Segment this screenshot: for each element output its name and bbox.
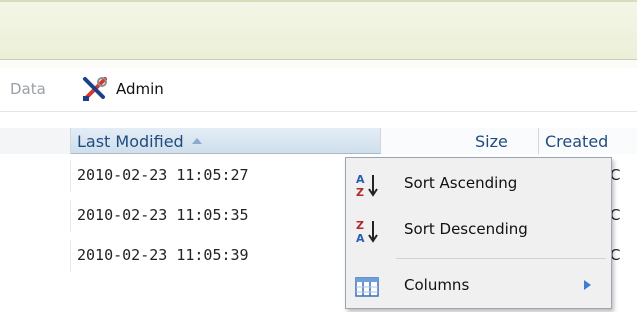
sort-ascending-icon: A Z bbox=[356, 173, 378, 198]
grid-header: Last Modified Size Created bbox=[0, 128, 637, 154]
svg-text:Z: Z bbox=[356, 186, 364, 198]
columns-menu-item[interactable]: Columns bbox=[346, 266, 611, 306]
column-header-last-modified[interactable]: Last Modified bbox=[71, 128, 436, 154]
row-number-header bbox=[0, 128, 71, 154]
grid-spacer bbox=[0, 112, 637, 128]
last-modified-cell: 2010-02-23 11:05:39 bbox=[77, 246, 249, 264]
column-header-size[interactable]: Size bbox=[381, 128, 539, 154]
admin-label: Admin bbox=[116, 80, 164, 98]
column-context-menu: A Z Sort Ascending Z A Sort Descending C… bbox=[345, 157, 612, 309]
columns-icon bbox=[355, 277, 379, 297]
top-banner bbox=[0, 0, 637, 60]
size-header-label: Size bbox=[475, 132, 508, 151]
sort-descending-menu-item[interactable]: Z A Sort Descending bbox=[346, 210, 611, 250]
columns-label: Columns bbox=[404, 276, 470, 294]
sort-descending-label: Sort Descending bbox=[404, 220, 528, 238]
sort-ascending-label: Sort Ascending bbox=[404, 174, 518, 192]
admin-button[interactable]: Admin bbox=[80, 74, 164, 104]
column-header-created[interactable]: Created bbox=[539, 128, 637, 154]
last-modified-cell: 2010-02-23 11:05:27 bbox=[77, 166, 249, 184]
data-menu-button[interactable]: Data bbox=[10, 80, 46, 98]
sort-descending-icon: Z A bbox=[356, 219, 378, 244]
svg-text:Z: Z bbox=[356, 219, 364, 232]
submenu-arrow-icon bbox=[584, 280, 591, 290]
row-number-cell bbox=[0, 160, 71, 192]
sort-ascending-menu-item[interactable]: A Z Sort Ascending bbox=[346, 164, 611, 204]
created-header-label: Created bbox=[545, 132, 609, 151]
row-number-cell bbox=[0, 200, 71, 232]
last-modified-header-label: Last Modified bbox=[77, 132, 184, 151]
menu-separator bbox=[396, 258, 606, 259]
last-modified-cell: 2010-02-23 11:05:35 bbox=[77, 206, 249, 224]
sort-asc-indicator-icon bbox=[191, 138, 202, 144]
svg-text:A: A bbox=[356, 232, 365, 244]
admin-tools-icon bbox=[83, 77, 107, 101]
svg-text:A: A bbox=[356, 173, 365, 186]
toolbar: Data Admin bbox=[0, 68, 637, 112]
banner-divider bbox=[0, 60, 637, 68]
row-number-cell bbox=[0, 240, 71, 272]
